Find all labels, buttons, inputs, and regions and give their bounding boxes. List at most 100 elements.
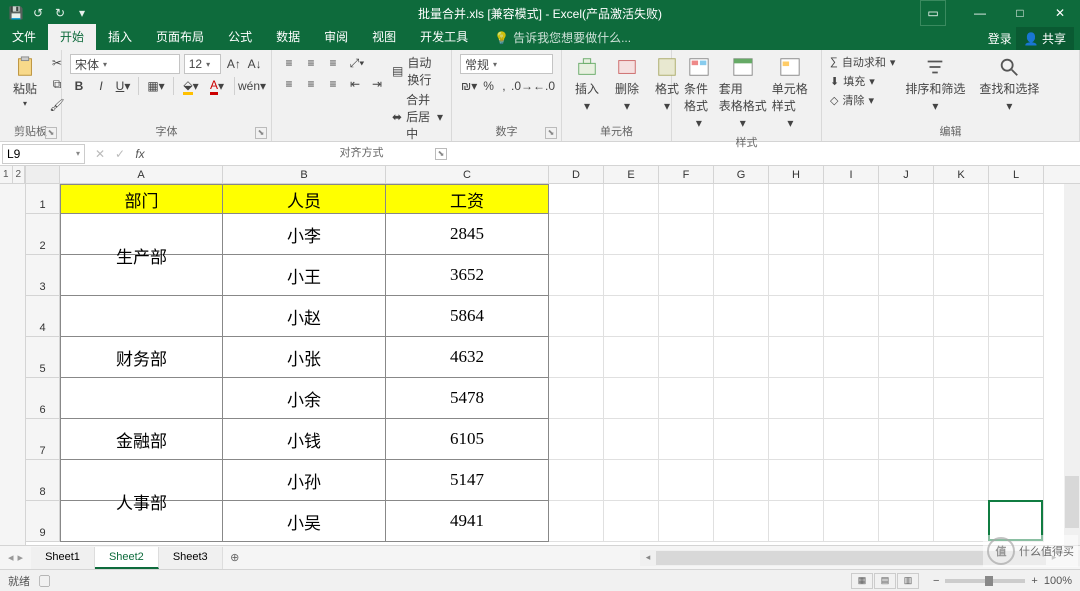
outline-bar[interactable]: 12	[0, 166, 26, 545]
font-dialog-icon[interactable]: ⬊	[255, 127, 267, 139]
normal-view-icon[interactable]: ▦	[851, 573, 873, 589]
cell-K7[interactable]	[934, 419, 989, 460]
cell-C8[interactable]: 5147	[386, 460, 549, 501]
login-link[interactable]: 登录	[988, 30, 1012, 47]
cell-J1[interactable]	[879, 184, 934, 214]
align-bottom-icon[interactable]: ≡	[324, 54, 342, 72]
indent-inc-icon[interactable]: ⇥	[368, 75, 386, 93]
cell-L5[interactable]	[989, 337, 1044, 378]
cell-B5[interactable]: 小张	[223, 337, 386, 378]
close-button[interactable]: ✕	[1040, 0, 1080, 26]
ribbon-tab-5[interactable]: 数据	[264, 24, 312, 50]
bold-icon[interactable]: B	[70, 77, 88, 95]
col-header-H[interactable]: H	[769, 166, 824, 183]
clear-button[interactable]: ◇ 清除 ▾	[830, 92, 895, 108]
cell-G7[interactable]	[714, 419, 769, 460]
cell-D3[interactable]	[549, 255, 604, 296]
cell-H2[interactable]	[769, 214, 824, 255]
cell-B3[interactable]: 小王	[223, 255, 386, 296]
cell-G4[interactable]	[714, 296, 769, 337]
zoom-level[interactable]: 100%	[1044, 575, 1072, 587]
cell-K4[interactable]	[934, 296, 989, 337]
cell-J4[interactable]	[879, 296, 934, 337]
orientation-icon[interactable]: ⤢▾	[346, 54, 368, 72]
cell-K6[interactable]	[934, 378, 989, 419]
cell-I8[interactable]	[824, 460, 879, 501]
cell-D5[interactable]	[549, 337, 604, 378]
cell-A6[interactable]	[60, 378, 223, 419]
cell-C2[interactable]: 2845	[386, 214, 549, 255]
cell-A2[interactable]	[60, 214, 223, 255]
cell-I3[interactable]	[824, 255, 879, 296]
number-format-combo[interactable]: 常规▾	[460, 54, 553, 74]
cell-J8[interactable]	[879, 460, 934, 501]
cell-B7[interactable]: 小钱	[223, 419, 386, 460]
merge-center-button[interactable]: ⬌合并后居中▾	[392, 91, 443, 142]
cell-H6[interactable]	[769, 378, 824, 419]
row-header[interactable]: 1	[26, 184, 60, 214]
cell-F3[interactable]	[659, 255, 714, 296]
font-color-icon[interactable]: A▾	[206, 77, 228, 95]
clipboard-dialog-icon[interactable]: ⬊	[45, 127, 57, 139]
cell-F9[interactable]	[659, 501, 714, 542]
col-header-J[interactable]: J	[879, 166, 934, 183]
cell-K3[interactable]	[934, 255, 989, 296]
decrease-font-icon[interactable]: A↓	[246, 55, 263, 73]
cell-H8[interactable]	[769, 460, 824, 501]
cell-D4[interactable]	[549, 296, 604, 337]
find-select-button[interactable]: 查找和选择▾	[975, 54, 1043, 115]
row-header[interactable]: 8	[26, 460, 60, 501]
cell-E5[interactable]	[604, 337, 659, 378]
sheet-tab-Sheet2[interactable]: Sheet2	[95, 547, 159, 569]
cell-J6[interactable]	[879, 378, 934, 419]
delete-cells-button[interactable]: 删除▾	[610, 54, 644, 115]
sheet-tab-Sheet3[interactable]: Sheet3	[159, 547, 223, 569]
cell-J7[interactable]	[879, 419, 934, 460]
ribbon-options-icon[interactable]: ▭	[920, 0, 946, 26]
col-header-I[interactable]: I	[824, 166, 879, 183]
format-as-table-button[interactable]: 套用 表格格式▾	[724, 54, 762, 132]
col-header-G[interactable]: G	[714, 166, 769, 183]
cell-G5[interactable]	[714, 337, 769, 378]
cell-B1[interactable]: 人员	[223, 184, 386, 214]
col-header-L[interactable]: L	[989, 166, 1044, 183]
cell-E9[interactable]	[604, 501, 659, 542]
cell-D2[interactable]	[549, 214, 604, 255]
cell-I9[interactable]	[824, 501, 879, 542]
cell-I4[interactable]	[824, 296, 879, 337]
comma-icon[interactable]: ,	[499, 77, 509, 95]
cell-I6[interactable]	[824, 378, 879, 419]
cell-C9[interactable]: 4941	[386, 501, 549, 542]
italic-icon[interactable]: I	[92, 77, 110, 95]
cell-E2[interactable]	[604, 214, 659, 255]
cell-C7[interactable]: 6105	[386, 419, 549, 460]
cell-E8[interactable]	[604, 460, 659, 501]
row-header[interactable]: 4	[26, 296, 60, 337]
fill-color-icon[interactable]: ⬙▾	[180, 77, 202, 95]
zoom-slider[interactable]	[945, 579, 1025, 583]
cell-H3[interactable]	[769, 255, 824, 296]
select-all-corner[interactable]	[26, 166, 60, 183]
undo-icon[interactable]: ↺	[28, 3, 48, 23]
minimize-button[interactable]: —	[960, 0, 1000, 26]
ribbon-tab-2[interactable]: 插入	[96, 24, 144, 50]
cell-F7[interactable]	[659, 419, 714, 460]
cancel-formula-icon[interactable]: ✕	[91, 147, 109, 161]
cell-F1[interactable]	[659, 184, 714, 214]
cell-C3[interactable]: 3652	[386, 255, 549, 296]
row-header[interactable]: 6	[26, 378, 60, 419]
col-header-F[interactable]: F	[659, 166, 714, 183]
tell-me[interactable]: 💡 告诉我您想要做什么...	[486, 25, 639, 50]
align-right-icon[interactable]: ≡	[324, 75, 342, 93]
cell-A5[interactable]	[60, 337, 223, 378]
enter-formula-icon[interactable]: ✓	[111, 147, 129, 161]
cell-A7[interactable]	[60, 419, 223, 460]
cell-J5[interactable]	[879, 337, 934, 378]
cell-L2[interactable]	[989, 214, 1044, 255]
ribbon-tab-1[interactable]: 开始	[48, 24, 96, 50]
align-left-icon[interactable]: ≡	[280, 75, 298, 93]
cell-C4[interactable]: 5864	[386, 296, 549, 337]
font-size-combo[interactable]: 12▾	[184, 54, 222, 74]
increase-font-icon[interactable]: A↑	[225, 55, 242, 73]
cell-F6[interactable]	[659, 378, 714, 419]
